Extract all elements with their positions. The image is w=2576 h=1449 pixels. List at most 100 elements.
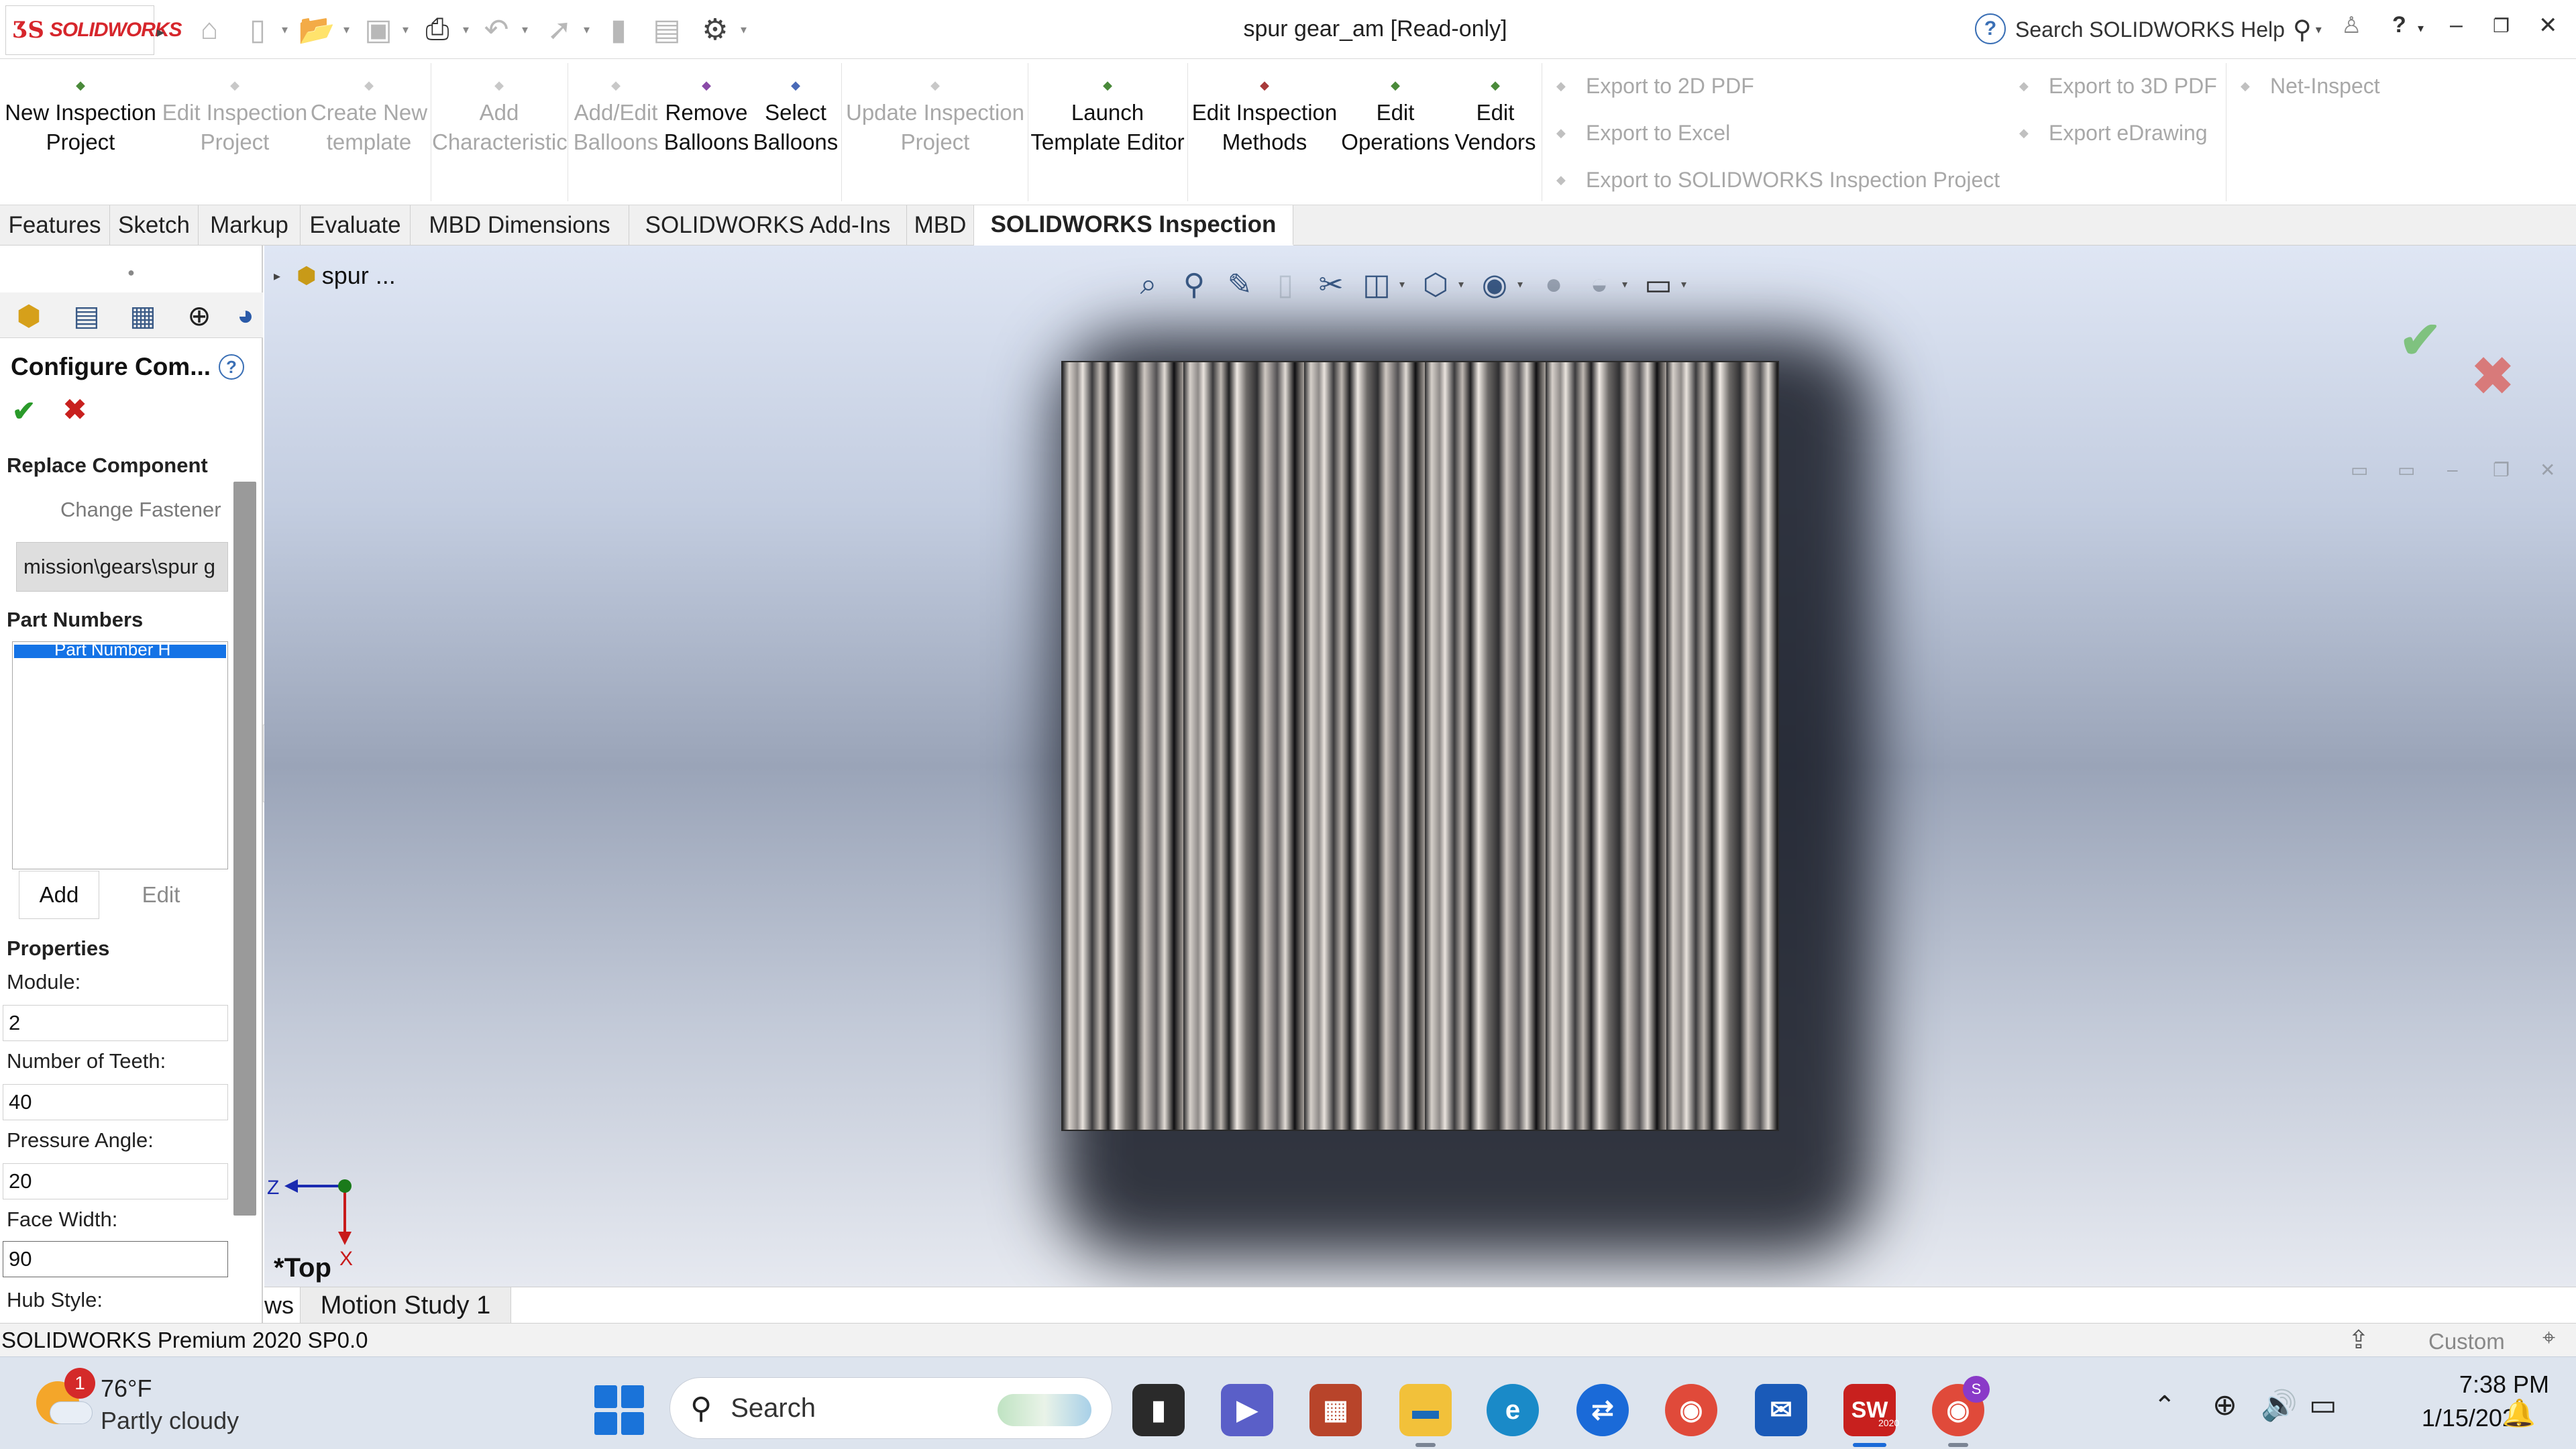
- search-dropdown-icon[interactable]: ▾: [2316, 23, 2322, 37]
- close-icon[interactable]: ✕: [2538, 12, 2558, 39]
- open-dropdown-icon[interactable]: ▾: [343, 23, 350, 37]
- edit-inspection-project-button[interactable]: ◆ Edit Inspection Project: [161, 59, 309, 205]
- print-icon[interactable]: ⎙: [419, 11, 456, 48]
- save-icon[interactable]: ▣: [360, 11, 397, 48]
- export-edrawing-button[interactable]: ◆ Export eDrawing: [2019, 114, 2208, 152]
- winrar-icon[interactable]: ▦: [1309, 1384, 1362, 1436]
- options-gear-icon[interactable]: ⚙: [696, 11, 734, 48]
- tab-mbd-dimensions[interactable]: MBD Dimensions: [411, 205, 629, 246]
- tab-solidworks-inspection[interactable]: SOLIDWORKS Inspection: [974, 205, 1293, 246]
- restore-icon[interactable]: ❐: [2493, 15, 2510, 37]
- print-dropdown-icon[interactable]: ▾: [463, 23, 469, 37]
- weather-widget[interactable]: 1 76°F Partly cloudy: [30, 1368, 271, 1439]
- hide-show-dropdown-icon[interactable]: ▾: [1517, 278, 1531, 291]
- edge-browser-icon[interactable]: e: [1487, 1384, 1539, 1436]
- volume-icon[interactable]: 🔊: [2261, 1388, 2298, 1423]
- file-explorer-icon[interactable]: ▬: [1399, 1384, 1452, 1436]
- select-pointer-icon[interactable]: ➚: [541, 11, 578, 48]
- edit-vendors-button[interactable]: ◆ Edit Vendors: [1450, 59, 1540, 205]
- new-dropdown-icon[interactable]: ▾: [282, 23, 288, 37]
- user-account-icon[interactable]: ♙: [2341, 12, 2361, 39]
- module-field[interactable]: 2: [3, 1005, 228, 1041]
- confirmation-ok-icon[interactable]: ✔: [2399, 310, 2442, 370]
- ok-check-icon[interactable]: ✔: [12, 394, 36, 427]
- options-dropdown-icon[interactable]: ▾: [741, 23, 747, 37]
- units-selector[interactable]: Custom: [2428, 1329, 2505, 1354]
- tab-evaluate[interactable]: Evaluate: [301, 205, 411, 246]
- view-orientation-icon[interactable]: ◫: [1354, 262, 1399, 307]
- add-button[interactable]: Add: [19, 871, 99, 919]
- net-inspect-button[interactable]: ◆ Net-Inspect: [2241, 67, 2380, 105]
- menu-expand-icon[interactable]: ▸: [157, 23, 164, 41]
- section-view-icon[interactable]: ▯: [1263, 262, 1308, 307]
- clock-time[interactable]: 7:38 PM: [2388, 1371, 2549, 1399]
- add-characteristic-button[interactable]: ◆ Add Characteristic: [432, 59, 568, 205]
- dimxpert-manager-icon[interactable]: ⊕: [180, 297, 219, 334]
- view-settings-icon[interactable]: ▭: [1635, 262, 1681, 307]
- panel-scrollbar[interactable]: [233, 482, 256, 1216]
- edit-inspection-methods-button[interactable]: ◆ Edit Inspection Methods: [1189, 59, 1340, 205]
- new-document-icon[interactable]: ▯: [239, 11, 276, 48]
- expand-arrow-icon[interactable]: ▸: [274, 268, 280, 284]
- previous-view-icon[interactable]: ✎: [1217, 262, 1263, 307]
- chrome-icon[interactable]: ◉: [1665, 1384, 1717, 1436]
- tab-model-views-partial[interactable]: ws: [264, 1287, 301, 1324]
- property-manager-icon[interactable]: ▤: [67, 297, 106, 334]
- update-inspection-project-button[interactable]: ◆ Update Inspection Project: [843, 59, 1028, 205]
- cancel-x-icon[interactable]: ✖: [63, 393, 87, 426]
- mail-icon[interactable]: ✉: [1755, 1384, 1807, 1436]
- file-properties-icon[interactable]: ▤: [648, 11, 686, 48]
- tab-solidworks-add-ins[interactable]: SOLIDWORKS Add-Ins: [629, 205, 907, 246]
- apply-scene-dropdown-icon[interactable]: ▾: [1622, 278, 1635, 291]
- export-excel-button[interactable]: ◆ Export to Excel: [1556, 114, 1730, 152]
- view-orientation-dropdown-icon[interactable]: ▾: [1399, 278, 1413, 291]
- apply-scene-icon[interactable]: ◒: [1576, 262, 1622, 307]
- select-balloons-button[interactable]: ◆ Select Balloons: [750, 59, 841, 205]
- task-view-icon[interactable]: ▮: [1132, 1384, 1185, 1436]
- viewport-tile-icon[interactable]: ▭: [2398, 459, 2415, 481]
- help-search-input[interactable]: Search SOLIDWORKS Help ⚲ ▾: [2015, 11, 2330, 48]
- open-icon[interactable]: 📂: [298, 11, 335, 48]
- undo-icon[interactable]: ↶: [478, 11, 515, 48]
- part-numbers-heading[interactable]: Part Numbers: [7, 608, 143, 632]
- viewport-maximize-icon[interactable]: ❐: [2493, 459, 2510, 481]
- export-3d-pdf-button[interactable]: ◆ Export to 3D PDF: [2019, 67, 2217, 105]
- pressure-angle-field[interactable]: 20: [3, 1163, 228, 1199]
- help-menu-icon[interactable]: ?: [2392, 12, 2406, 38]
- configuration-manager-icon[interactable]: ▦: [123, 297, 162, 334]
- viewport-minimize-icon[interactable]: –: [2447, 459, 2458, 480]
- part-numbers-list[interactable]: Part Number H: [12, 641, 228, 869]
- viewport-restore-icon[interactable]: ▭: [2351, 459, 2368, 481]
- display-manager-icon[interactable]: ◕: [228, 297, 263, 334]
- help-icon[interactable]: ?: [1975, 13, 2006, 44]
- solidworks-logo-menu[interactable]: ƷS SOLIDWORKS ▸: [5, 5, 182, 55]
- panel-grip-icon[interactable]: ●: [127, 266, 135, 280]
- tags-icon[interactable]: ⌖: [2542, 1325, 2555, 1351]
- face-width-field[interactable]: 90: [3, 1241, 228, 1277]
- graphics-area[interactable]: ▸ ⬢ spur ... ⌕ ⚲ ✎ ▯ ✂ ◫ ▾ ⬡ ▾ ◉ ▾ ● ◒ ▾…: [264, 246, 2576, 1287]
- feature-manager-icon[interactable]: ⬢: [9, 297, 48, 334]
- select-dropdown-icon[interactable]: ▾: [584, 23, 590, 37]
- help-menu-dropdown-icon[interactable]: ▾: [2418, 21, 2424, 36]
- confirmation-cancel-icon[interactable]: ✖: [2471, 346, 2514, 406]
- view-settings-dropdown-icon[interactable]: ▾: [1681, 278, 1695, 291]
- add-edit-balloons-button[interactable]: ◆ Add/Edit Balloons: [569, 59, 663, 205]
- list-item[interactable]: Part Number H: [14, 645, 226, 658]
- tab-motion-study-1[interactable]: Motion Study 1: [301, 1287, 511, 1324]
- rebuild-status-icon[interactable]: ⇪: [2348, 1325, 2369, 1355]
- launch-template-editor-button[interactable]: ◆ Launch Template Editor: [1029, 59, 1186, 205]
- tab-mbd[interactable]: MBD: [907, 205, 974, 246]
- rebuild-icon[interactable]: ▮: [600, 11, 637, 48]
- tray-overflow-chevron-icon[interactable]: ⌃: [2153, 1391, 2176, 1421]
- export-sw-inspection-button[interactable]: ◆ Export to SOLIDWORKS Inspection Projec…: [1556, 161, 2000, 199]
- taskbar-search-input[interactable]: ⚲ Search: [669, 1377, 1112, 1439]
- notification-bell-icon[interactable]: 🔔: [2502, 1397, 2536, 1429]
- battery-icon[interactable]: ▭: [2309, 1388, 2337, 1422]
- save-dropdown-icon[interactable]: ▾: [402, 23, 409, 37]
- display-style-dropdown-icon[interactable]: ▾: [1458, 278, 1472, 291]
- search-icon[interactable]: ⚲: [2293, 15, 2312, 45]
- edit-operations-button[interactable]: ◆ Edit Operations: [1340, 59, 1450, 205]
- tab-features[interactable]: Features: [0, 205, 110, 246]
- component-path-field[interactable]: mission\gears\spur g: [16, 542, 228, 592]
- teamviewer-icon[interactable]: ⇄: [1576, 1384, 1629, 1436]
